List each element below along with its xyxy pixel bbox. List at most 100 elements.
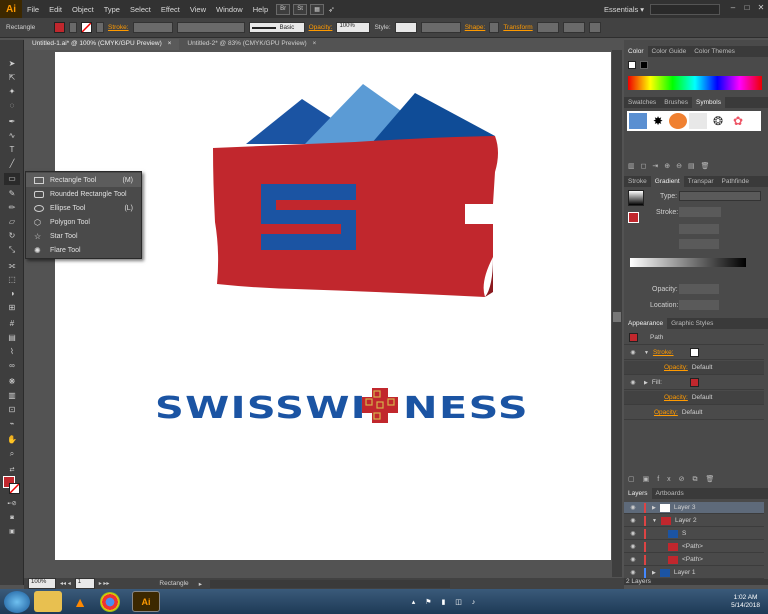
tab-brushes[interactable]: Brushes (660, 97, 692, 108)
tab-swatches[interactable]: Swatches (624, 97, 660, 108)
pencil-tool-icon[interactable]: ✏ (4, 202, 20, 214)
tab-pathfinder[interactable]: Pathfinde (718, 176, 753, 187)
layer-name[interactable]: Layer 2 (675, 517, 697, 524)
color-black-swatch[interactable] (640, 61, 648, 69)
system-clock[interactable]: 1:02 AM 5/14/2018 (731, 594, 760, 610)
menu-file[interactable]: File (22, 5, 44, 14)
doc-tab-untitled-1[interactable]: Untitled-1.ai* @ 100% (CMYK/GPU Preview)… (24, 39, 180, 50)
line-tool-icon[interactable]: ╱ (4, 158, 20, 170)
shape-builder-tool-icon[interactable]: ◑ (4, 288, 20, 300)
appearance-fill-opacity-row[interactable]: Opacity: Default (624, 391, 764, 405)
artboard-nav-icons[interactable]: ◂◂ ◂ (60, 580, 71, 587)
layer-name[interactable]: Layer 1 (674, 569, 696, 576)
paintbrush-tool-icon[interactable]: ✎ (4, 188, 20, 200)
close-button[interactable]: ✕ (754, 3, 768, 15)
symbol-blue-stripe[interactable] (629, 113, 647, 129)
fill-dropdown[interactable] (69, 22, 77, 33)
color-spectrum[interactable] (628, 76, 762, 90)
visibility-eye-icon[interactable]: ◉ (628, 517, 638, 524)
opacity-label[interactable]: Opacity: (654, 409, 678, 416)
vlc-icon[interactable]: ▲ (66, 591, 94, 612)
document-setup-button[interactable] (420, 22, 461, 33)
zoom-tool-icon[interactable]: ⌕ (4, 448, 20, 460)
workspace-switcher[interactable]: Essentials ▾ – □ ✕ (604, 3, 768, 15)
start-button[interactable] (4, 590, 30, 613)
symbol-white-shape[interactable] (689, 113, 707, 129)
opacity-label[interactable]: Opacity: (664, 394, 688, 401)
menu-window[interactable]: Window (211, 5, 248, 14)
layer-name[interactable]: Layer 3 (674, 504, 696, 511)
stroke-none-swatch[interactable] (689, 348, 699, 357)
panel-menu-button[interactable] (588, 22, 601, 33)
mesh-tool-icon[interactable]: # (4, 318, 20, 330)
tab-close-icon[interactable]: × (313, 40, 317, 47)
flyout-flare-tool[interactable]: ✺ Flare Tool (26, 243, 141, 257)
file-explorer-icon[interactable] (34, 591, 62, 612)
appearance-fill-row[interactable]: ◉ ▶ Fill: (624, 376, 764, 390)
tab-stroke[interactable]: Stroke (624, 176, 651, 187)
flyout-ellipse-tool[interactable]: Ellipse Tool (L) (26, 201, 141, 215)
illustrator-taskbar-icon[interactable]: Ai (132, 591, 160, 612)
disclosure-triangle-icon[interactable]: ▶ (652, 505, 656, 511)
appearance-stroke-row[interactable]: ◉ ▼ Stroke: (624, 346, 764, 360)
stroke-weight-field[interactable] (132, 22, 173, 33)
width-tool-icon[interactable]: ⟗ (4, 260, 20, 272)
stroke-color-box[interactable] (9, 483, 20, 494)
artboard-tool-icon[interactable]: ⊡ (4, 404, 20, 416)
maximize-button[interactable]: □ (740, 3, 754, 15)
eyedropper-tool-icon[interactable]: ⌇ (4, 346, 20, 358)
swap-colors-icon[interactable]: ⇄ (4, 464, 20, 476)
variable-width-dropdown[interactable] (176, 22, 245, 33)
appearance-path-row[interactable]: Path (624, 331, 764, 345)
opacity-label[interactable]: Opacity: (664, 364, 688, 371)
artboard-nav-next-icons[interactable]: ▸ ▸▸ (99, 580, 110, 587)
disclosure-triangle-icon[interactable]: ▶ (652, 570, 656, 576)
gradient-thumbnail[interactable] (628, 190, 644, 206)
opacity-field[interactable]: 100% (336, 22, 371, 33)
gradient-stroke-buttons[interactable] (679, 207, 721, 217)
gradient-location-field[interactable] (679, 300, 719, 310)
visibility-eye-icon[interactable]: ◉ (628, 556, 638, 563)
artboard-number-field[interactable]: 1 (74, 578, 95, 589)
layer-row[interactable]: ◉ ▶ Layer 3 (624, 502, 764, 514)
layer-name[interactable]: <Path> (682, 543, 703, 550)
perspective-grid-tool-icon[interactable]: ⊞ (4, 302, 20, 314)
layer-name[interactable]: <Path> (682, 556, 703, 563)
flyout-polygon-tool[interactable]: ⬡ Polygon Tool (26, 215, 141, 229)
gradient-type-dropdown[interactable] (679, 191, 761, 201)
layer-name[interactable]: S (682, 530, 686, 537)
workspace-grid-icon[interactable]: ▦ (310, 3, 325, 15)
chrome-icon[interactable] (100, 591, 120, 612)
layer-row[interactable]: ◉ S (624, 528, 764, 540)
tab-color-themes[interactable]: Color Themes (690, 46, 739, 57)
opacity-label[interactable]: Opacity: (309, 24, 333, 31)
appearance-footer-icons[interactable]: ▢▣fx⊘⧉🗑 (628, 475, 722, 484)
menu-type[interactable]: Type (99, 5, 125, 14)
gradient-slider[interactable] (630, 258, 746, 267)
visibility-eye-icon[interactable]: ◉ (628, 569, 638, 576)
doc-tab-untitled-2[interactable]: Untitled-2* @ 83% (CMYK/GPU Preview) × (179, 39, 324, 50)
stroke-label[interactable]: Stroke: (653, 349, 674, 356)
flyout-rectangle-tool[interactable]: Rectangle Tool (M) (26, 173, 141, 187)
stock-button[interactable]: St (293, 3, 308, 15)
disclosure-triangle-icon[interactable]: ▼ (644, 350, 649, 356)
gradient-aspect-field[interactable] (679, 239, 719, 249)
visibility-eye-icon[interactable]: ◉ (628, 530, 638, 537)
disclosure-triangle-icon[interactable]: ▶ (644, 380, 648, 386)
status-arrow-icon[interactable]: ▸ (199, 580, 202, 588)
fill-swatch[interactable] (54, 22, 65, 33)
appearance-stroke-opacity-row[interactable]: Opacity: Default (624, 361, 764, 375)
stroke-dropdown[interactable] (96, 22, 104, 33)
symbol-ring[interactable]: ❂ (709, 113, 727, 129)
style-dropdown[interactable] (394, 22, 417, 33)
symbol-flower[interactable]: ✿ (729, 113, 747, 129)
tab-transparency[interactable]: Transpar (684, 176, 718, 187)
tab-appearance[interactable]: Appearance (624, 318, 668, 329)
gradient-tool-icon[interactable]: ▤ (4, 332, 20, 344)
slice-tool-icon[interactable]: ⌁ (4, 418, 20, 430)
color-mode-icons[interactable]: ▪▫⊘ (4, 498, 20, 510)
gradient-opacity-field[interactable] (679, 284, 719, 294)
tab-symbols[interactable]: Symbols (692, 97, 725, 108)
visibility-eye-icon[interactable]: ◉ (628, 379, 638, 386)
minimize-button[interactable]: – (726, 3, 740, 15)
